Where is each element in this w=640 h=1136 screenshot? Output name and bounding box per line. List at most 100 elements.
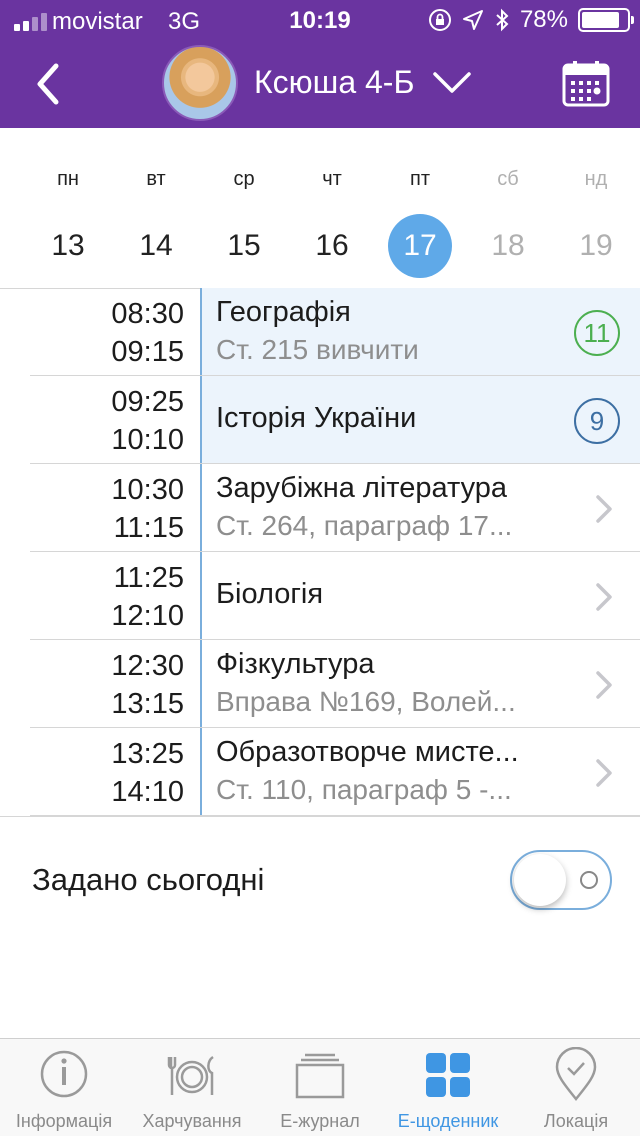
assigned-today-toggle[interactable] xyxy=(510,850,612,910)
lesson-times: 11:25 12:10 xyxy=(0,552,200,640)
lesson-homework: Ст. 264, параграф 17... xyxy=(216,510,513,541)
lesson-times: 13:25 14:10 xyxy=(0,728,200,816)
lesson-end-time: 11:15 xyxy=(113,512,184,544)
food-icon xyxy=(167,1055,214,1095)
journal-icon xyxy=(295,1053,345,1099)
lesson-row[interactable]: 09:25 10:10 Історія України 9 xyxy=(0,376,640,464)
lesson-start-time: 09:25 xyxy=(111,386,184,418)
chevron-right-icon[interactable] xyxy=(594,758,614,788)
avatar[interactable] xyxy=(162,45,238,121)
lesson-end-time: 12:10 xyxy=(111,600,184,632)
day-date[interactable]: 16 xyxy=(300,214,364,278)
lesson-homework: Вправа №169, Волей... xyxy=(216,686,516,717)
divider xyxy=(0,816,640,817)
day-19[interactable]: нд 19 xyxy=(552,128,640,288)
day-date[interactable]: 13 xyxy=(36,214,100,278)
lesson-times: 10:30 11:15 xyxy=(0,464,200,552)
day-name: чт xyxy=(322,168,342,190)
chevron-right-icon[interactable] xyxy=(594,582,614,612)
day-date[interactable]: 18 xyxy=(476,214,540,278)
lesson-times: 09:25 10:10 xyxy=(0,376,200,464)
day-18[interactable]: сб 18 xyxy=(464,128,552,288)
tab-diary-grid[interactable]: Е-щоденник xyxy=(384,1039,512,1136)
lesson-homework: Ст. 215 вивчити xyxy=(216,334,419,365)
tab-label: Е-журнал xyxy=(280,1111,360,1131)
lesson-subject: Образотворче мисте... xyxy=(216,736,519,768)
day-16[interactable]: чт 16 xyxy=(288,128,376,288)
info-icon xyxy=(40,1050,88,1098)
toggle-off-indicator xyxy=(580,871,598,889)
tab-location[interactable]: Локація xyxy=(512,1039,640,1136)
lesson-content[interactable]: Зарубіжна література Ст. 264, параграф 17… xyxy=(200,464,640,552)
tab-food[interactable]: Харчування xyxy=(128,1039,256,1136)
grade-badge[interactable]: 11 xyxy=(574,310,620,356)
chevron-right-icon[interactable] xyxy=(594,670,614,700)
lesson-end-time: 10:10 xyxy=(111,424,184,456)
toggle-knob xyxy=(514,854,566,906)
lesson-list: 08:30 09:15 Географія Ст. 215 вивчити 11 09:2… xyxy=(0,288,640,816)
lesson-content[interactable]: Географія Ст. 215 вивчити 11 xyxy=(200,288,640,376)
lesson-row[interactable]: 11:25 12:10 Біологія xyxy=(0,552,640,640)
tab-label: Локація xyxy=(543,1111,609,1131)
student-selector[interactable]: Ксюша 4-Б xyxy=(254,64,472,101)
battery-percent: 78% xyxy=(519,6,568,33)
tab-bar: Інформація Харчування Е-журнал Е-щоденник Ло… xyxy=(0,1038,640,1136)
back-icon[interactable] xyxy=(28,62,72,106)
tab-label: Харчування xyxy=(142,1111,242,1131)
lesson-row[interactable]: 10:30 11:15 Зарубіжна література Ст. 264, п… xyxy=(0,464,640,552)
selected-date[interactable]: 17 xyxy=(388,214,452,278)
lesson-row[interactable]: 13:25 14:10 Образотворче мисте... Ст. 110, … xyxy=(0,728,640,816)
day-name: пн xyxy=(57,168,79,190)
day-date[interactable]: 15 xyxy=(212,214,276,278)
lesson-homework: Ст. 110, параграф 5 -... xyxy=(216,774,512,805)
lesson-start-time: 13:25 xyxy=(111,738,184,770)
day-name: ср xyxy=(233,168,255,190)
lesson-row[interactable]: 12:30 13:15 Фізкультура Вправа №169, Волей.… xyxy=(0,640,640,728)
day-date[interactable]: 14 xyxy=(124,214,188,278)
day-name: вт xyxy=(146,168,166,190)
bluetooth-icon xyxy=(496,8,509,32)
lesson-content[interactable]: Біологія xyxy=(200,552,640,640)
lesson-content[interactable]: Образотворче мисте... Ст. 110, параграф 5… xyxy=(200,728,640,816)
lesson-subject: Географія xyxy=(216,296,351,328)
tab-label: Інформація xyxy=(15,1111,113,1131)
diary-grid-icon xyxy=(426,1053,470,1097)
day-17[interactable]: пт 17 xyxy=(376,128,464,288)
tab-journal[interactable]: Е-журнал xyxy=(256,1039,384,1136)
lesson-subject: Фізкультура xyxy=(216,648,375,680)
status-bar: movistar 3G 10:19 78% xyxy=(0,0,640,40)
day-date[interactable]: 19 xyxy=(564,214,628,278)
day-name: нд xyxy=(584,168,608,190)
lesson-start-time: 08:30 xyxy=(111,298,184,330)
day-14[interactable]: вт 14 xyxy=(112,128,200,288)
orientation-lock-icon xyxy=(428,9,451,31)
lesson-times: 12:30 13:15 xyxy=(0,640,200,728)
lesson-row[interactable]: 08:30 09:15 Географія Ст. 215 вивчити 11 xyxy=(0,288,640,376)
student-name: Ксюша 4-Б xyxy=(254,64,415,100)
tab-info[interactable]: Інформація xyxy=(0,1039,128,1136)
battery-icon xyxy=(578,8,634,32)
chevron-right-icon[interactable] xyxy=(594,494,614,524)
lesson-subject: Історія України xyxy=(216,402,417,434)
location-arrow-icon xyxy=(462,10,483,30)
calendar-icon[interactable] xyxy=(562,60,610,108)
lesson-start-time: 12:30 xyxy=(111,650,184,682)
location-icon xyxy=(555,1047,597,1101)
chevron-down-icon xyxy=(433,71,472,93)
lesson-end-time: 14:10 xyxy=(111,776,184,808)
grade-badge[interactable]: 9 xyxy=(574,398,620,444)
tab-label: Е-щоденник xyxy=(397,1111,499,1131)
lesson-start-time: 11:25 xyxy=(113,562,184,594)
day-name: пт xyxy=(410,168,430,190)
lesson-subject: Біологія xyxy=(216,578,324,610)
lesson-content[interactable]: Історія України 9 xyxy=(200,376,640,464)
lesson-end-time: 09:15 xyxy=(111,336,184,368)
lesson-start-time: 10:30 xyxy=(111,474,184,506)
day-name: сб xyxy=(497,168,519,190)
lesson-content[interactable]: Фізкультура Вправа №169, Волей... xyxy=(200,640,640,728)
day-13[interactable]: пн 13 xyxy=(24,128,112,288)
day-15[interactable]: ср 15 xyxy=(200,128,288,288)
lesson-times: 08:30 09:15 xyxy=(0,288,200,376)
lesson-end-time: 13:15 xyxy=(111,688,184,720)
lesson-subject: Зарубіжна література xyxy=(216,472,508,504)
